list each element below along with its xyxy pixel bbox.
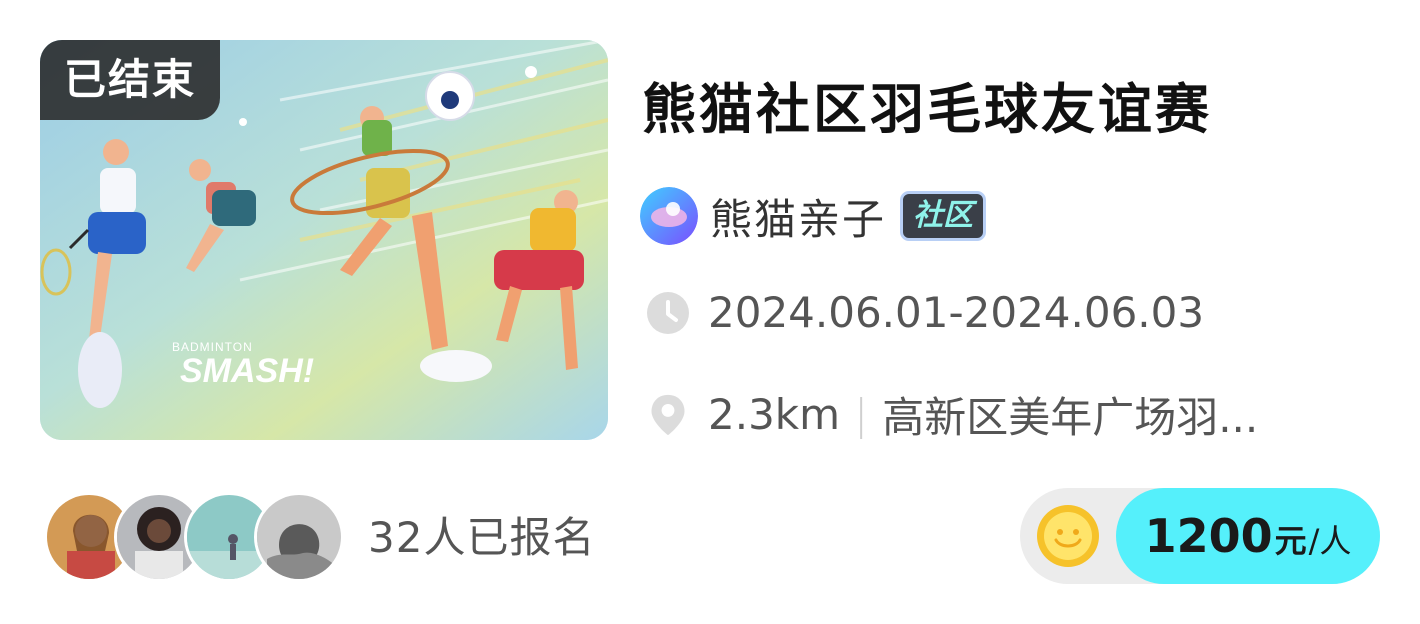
status-badge: 已结束 (40, 40, 221, 120)
event-distance: 2.3km (708, 390, 841, 439)
clock-icon (647, 291, 689, 334)
price-currency: 元 (1274, 522, 1307, 560)
price-amount: 1200 (1144, 509, 1273, 563)
coin-icon (1037, 505, 1099, 567)
event-location-row[interactable]: 2.3km | 高新区美年广场羽... (646, 384, 1258, 445)
price-per-person: /人 (1308, 522, 1352, 560)
event-title[interactable]: 熊猫社区羽毛球友谊赛 (642, 70, 1382, 150)
divider: | (854, 390, 869, 439)
event-cover-image[interactable]: BADMINTON SMASH! 已结束 (40, 40, 608, 440)
price-button[interactable]: 1200 元 /人 (1020, 488, 1380, 584)
event-date-range: 2024.06.01-2024.06.03 (708, 288, 1205, 337)
event-location: 高新区美年广场羽... (882, 393, 1259, 442)
avatar (254, 492, 344, 582)
event-date-row: 2024.06.01-2024.06.03 (646, 288, 1204, 337)
location-pin-icon (651, 394, 685, 435)
cover-text-big: SMASH! (180, 352, 315, 390)
price-pill: 1200 元 /人 (1116, 488, 1380, 584)
event-card[interactable]: BADMINTON SMASH! 已结束 熊猫社区羽毛球友谊赛 熊猫亲子 社区 (0, 0, 1420, 624)
community-tag: 社区 (900, 191, 987, 241)
organizer-name: 熊猫亲子 (710, 194, 887, 244)
enrolled-count: 32人已报名 (368, 513, 596, 562)
organizer[interactable]: 熊猫亲子 社区 (640, 186, 987, 246)
organizer-avatar (640, 187, 698, 245)
participant-avatars[interactable] (44, 492, 354, 582)
